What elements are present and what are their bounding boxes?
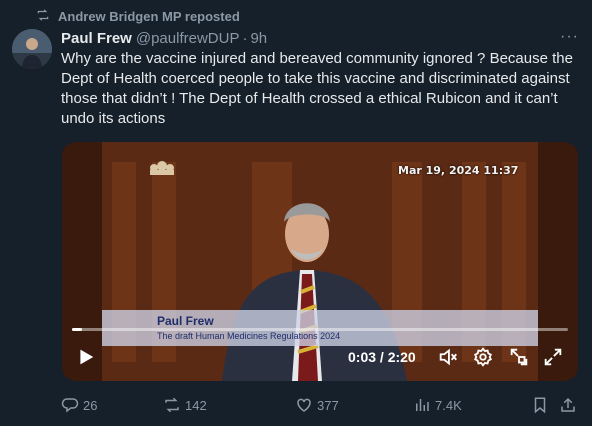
like-count: 377 xyxy=(317,397,339,413)
video-progress-fill xyxy=(72,328,83,331)
repost-banner-text: Andrew Bridgen MP reposted xyxy=(58,8,240,24)
author-handle[interactable]: @paulfrewDUP xyxy=(136,30,240,47)
video-controls: 0:03 / 2:20 xyxy=(62,342,578,376)
lower-third-subtitle: The draft Human Medicines Regulations 20… xyxy=(157,331,341,341)
tweet-text: Why are the vaccine injured and bereaved… xyxy=(61,50,573,127)
lower-third-name: Paul Frew xyxy=(157,314,214,328)
author-name[interactable]: Paul Frew xyxy=(61,30,132,47)
mute-icon[interactable] xyxy=(437,346,459,368)
video-player[interactable]: Mar 19, 2024 11:37 Paul Frew The draft H… xyxy=(62,142,578,381)
views-count: 7.4K xyxy=(435,397,462,413)
repost-count: 142 xyxy=(185,397,207,413)
reply-button[interactable]: 26 xyxy=(61,395,97,415)
separator: · xyxy=(242,29,248,47)
play-icon[interactable] xyxy=(74,346,96,368)
video-overlay-timestamp: Mar 19, 2024 11:37 xyxy=(398,164,519,177)
like-button[interactable]: 377 xyxy=(295,395,339,415)
video-progress-bar[interactable] xyxy=(72,328,568,331)
bookmark-icon xyxy=(531,396,549,414)
tweet-header: Paul Frew @paulfrewDUP · 9h xyxy=(61,28,578,48)
repost-button[interactable]: 142 xyxy=(163,395,207,415)
video-time-readout: 0:03 / 2:20 xyxy=(348,349,416,365)
share-button[interactable] xyxy=(559,395,577,415)
heart-icon xyxy=(295,396,313,414)
repost-banner[interactable]: Andrew Bridgen MP reposted xyxy=(36,7,240,25)
bookmark-button[interactable] xyxy=(531,395,549,415)
repost-icon xyxy=(163,396,181,414)
views-button[interactable]: 7.4K xyxy=(413,395,462,415)
share-icon xyxy=(559,396,577,414)
views-icon xyxy=(413,396,431,414)
settings-icon[interactable] xyxy=(472,346,494,368)
repost-icon xyxy=(36,8,50,25)
avatar[interactable] xyxy=(12,29,52,69)
reply-icon xyxy=(61,396,79,414)
more-options-icon[interactable]: ··· xyxy=(560,29,578,46)
picture-in-picture-icon[interactable] xyxy=(508,346,530,368)
tweet-actions: 26 142 377 7.4K xyxy=(61,395,581,415)
reply-count: 26 xyxy=(83,397,98,413)
fullscreen-icon[interactable] xyxy=(542,346,564,368)
tweet-time[interactable]: 9h xyxy=(250,30,267,47)
